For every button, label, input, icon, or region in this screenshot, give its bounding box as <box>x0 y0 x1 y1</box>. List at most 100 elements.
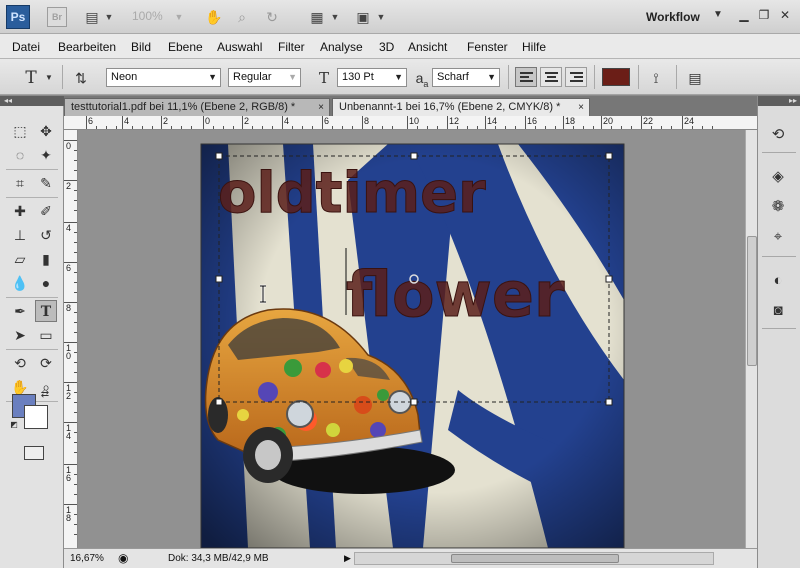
chevron-down-icon[interactable]: ▼ <box>44 68 54 88</box>
close-icon[interactable]: × <box>318 99 324 116</box>
transform-handle[interactable] <box>410 398 418 406</box>
menu-auswahl[interactable]: Auswahl <box>217 40 262 54</box>
history-brush-tool-icon[interactable]: ↺ <box>35 224 57 246</box>
status-zoom[interactable]: 16,67% <box>70 553 104 564</box>
dock-header[interactable]: ▸▸ <box>758 96 800 106</box>
document-canvas[interactable]: oldtimer flower <box>78 130 745 548</box>
stamp-tool-icon[interactable]: ⊥ <box>9 224 31 246</box>
hand-icon[interactable]: ✋ <box>204 8 224 26</box>
eraser-tool-icon[interactable]: ▱ <box>9 248 31 270</box>
ruler-horizontal[interactable]: 6 4 2 0 2 4 6 8 10 12 14 16 18 20 22 24 <box>64 116 757 130</box>
horizontal-scrollbar[interactable] <box>354 552 714 565</box>
pen-tool-icon[interactable]: ✒ <box>9 300 31 322</box>
tab-unbenannt[interactable]: Unbenannt-1 bei 16,7% (Ebene 2, CMYK/8) … <box>332 98 590 116</box>
3d-orbit-tool-icon[interactable]: ⟳ <box>35 352 57 374</box>
default-colors-icon[interactable]: ◩ <box>8 419 20 431</box>
ruler-vertical[interactable]: 0 2 4 6 8 1 0 1 2 1 4 1 6 1 8 <box>64 130 78 548</box>
film-icon[interactable]: ▤ <box>82 8 102 26</box>
tool-panel-header[interactable]: ◂◂ <box>0 96 64 106</box>
tab-testtutorial[interactable]: testtutorial1.pdf bei 11,1% (Ebene 2, RG… <box>64 98 330 116</box>
font-style-select[interactable]: Regular ▼ <box>228 68 301 87</box>
restore-icon[interactable]: ❐ <box>756 7 772 23</box>
zoom-level[interactable]: 100% <box>132 9 163 23</box>
transform-handle[interactable] <box>410 152 418 160</box>
text-orientation-icon[interactable]: ⇅ <box>70 68 92 88</box>
swap-colors-icon[interactable]: ⇄ <box>38 388 52 402</box>
brush-tool-icon[interactable]: ✐ <box>35 200 57 222</box>
chevron-down-icon[interactable]: ▼ <box>376 8 386 26</box>
lasso-tool-icon[interactable]: ◌ <box>9 144 31 166</box>
artwork-title-line2[interactable]: flower <box>346 258 566 332</box>
arrange-icon[interactable]: ▦ <box>306 8 328 26</box>
paths-panel-icon[interactable]: ⌖ <box>766 226 790 248</box>
masks-panel-icon[interactable]: ◙ <box>766 300 790 322</box>
font-family-select[interactable]: Neon ▼ <box>106 68 221 87</box>
type-tool-preset-icon[interactable]: T <box>20 68 42 88</box>
quick-mask-button[interactable] <box>24 446 44 460</box>
antialias-select[interactable]: Scharf ▼ <box>432 68 500 87</box>
dodge-tool-icon[interactable]: ● <box>35 272 57 294</box>
chevron-down-icon[interactable]: ▼ <box>713 9 723 20</box>
adjustments-panel-icon[interactable]: ◐ <box>766 270 790 292</box>
menu-datei[interactable]: Datei <box>12 40 40 54</box>
menu-ebene[interactable]: Ebene <box>168 40 203 54</box>
blur-tool-icon[interactable]: 💧 <box>9 272 31 294</box>
rotate-icon[interactable]: ↻ <box>262 8 282 26</box>
chevron-down-icon[interactable]: ▼ <box>330 8 340 26</box>
crop-tool-icon[interactable]: ⌗ <box>9 172 31 194</box>
eyedropper-tool-icon[interactable]: ✎ <box>35 172 57 194</box>
gradient-tool-icon[interactable]: ▮ <box>35 248 57 270</box>
character-panel-icon[interactable]: ▤ <box>684 68 706 88</box>
move-tool-icon[interactable]: ✥ <box>35 120 57 142</box>
transform-handle[interactable] <box>605 398 613 406</box>
channels-panel-icon[interactable]: ❁ <box>766 196 790 218</box>
healing-brush-tool-icon[interactable]: ✚ <box>9 200 31 222</box>
path-selection-tool-icon[interactable]: ➤ <box>9 324 31 346</box>
menu-3d[interactable]: 3D <box>379 40 394 54</box>
background-color-swatch[interactable] <box>24 405 48 429</box>
align-left-button[interactable] <box>515 67 537 87</box>
close-icon[interactable]: × <box>578 99 584 116</box>
menu-bearbeiten[interactable]: Bearbeiten <box>58 40 116 54</box>
history-panel-icon[interactable]: ⟲ <box>766 124 790 146</box>
menu-bild[interactable]: Bild <box>131 40 151 54</box>
chevron-down-icon[interactable]: ▼ <box>104 8 114 26</box>
text-color-swatch[interactable] <box>602 68 630 86</box>
menu-hilfe[interactable]: Hilfe <box>522 40 546 54</box>
ruler-tick <box>407 116 408 129</box>
transform-handle[interactable] <box>215 398 223 406</box>
3d-rotate-tool-icon[interactable]: ⟲ <box>9 352 31 374</box>
status-menu-arrow[interactable]: ▶ <box>344 553 351 564</box>
workspace-switcher[interactable]: Workflow <box>646 10 700 24</box>
chevron-down-icon[interactable]: ▼ <box>174 8 184 26</box>
layers-panel-icon[interactable]: ◈ <box>766 166 790 188</box>
menu-analyse[interactable]: Analyse <box>320 40 363 54</box>
rectangle-tool-icon[interactable]: ▭ <box>35 324 57 346</box>
transform-handle[interactable] <box>215 275 223 283</box>
horizontal-scroll-thumb[interactable] <box>451 554 619 563</box>
status-info-icon[interactable]: ◉ <box>118 551 128 565</box>
type-tool-icon[interactable]: T <box>35 300 57 322</box>
canvas-pasteboard[interactable]: oldtimer flower <box>78 130 745 548</box>
font-size-icon: T <box>318 69 329 87</box>
vertical-scrollbar[interactable] <box>745 130 757 548</box>
minimize-icon[interactable]: ▁ <box>736 7 752 23</box>
artwork-title-line1[interactable]: oldtimer <box>218 161 487 227</box>
screen-mode-icon[interactable]: ▣ <box>352 8 374 26</box>
transform-handle[interactable] <box>605 275 613 283</box>
transform-handle[interactable] <box>605 152 613 160</box>
font-size-select[interactable]: 130 Pt ▼ <box>337 68 407 87</box>
align-center-button[interactable] <box>540 67 562 87</box>
menu-fenster[interactable]: Fenster <box>467 40 508 54</box>
bridge-button[interactable]: Br <box>47 7 67 27</box>
zoom-icon[interactable]: ⌕ <box>232 8 252 26</box>
warp-text-icon[interactable]: ⟟ <box>645 68 667 88</box>
menu-filter[interactable]: Filter <box>278 40 305 54</box>
vertical-scroll-thumb[interactable] <box>747 236 757 366</box>
transform-handle[interactable] <box>215 152 223 160</box>
align-right-button[interactable] <box>565 67 587 87</box>
menu-ansicht[interactable]: Ansicht <box>408 40 447 54</box>
marquee-tool-icon[interactable]: ⬚ <box>9 120 31 142</box>
close-icon[interactable]: ✕ <box>777 7 793 23</box>
magic-wand-tool-icon[interactable]: ✦ <box>35 144 57 166</box>
